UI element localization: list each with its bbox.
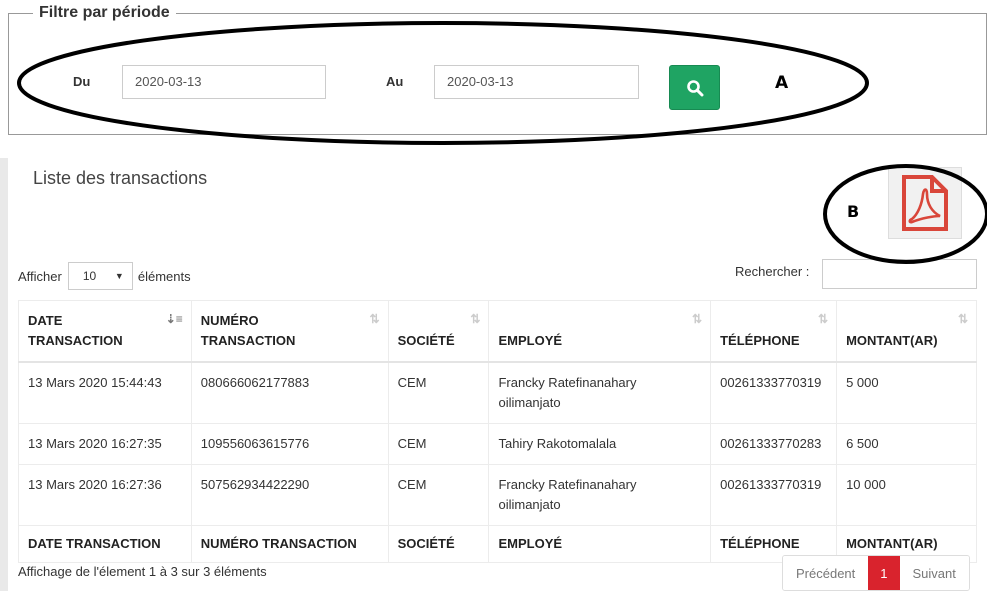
cell-date: 13 Mars 2020 16:27:36 bbox=[18, 464, 192, 526]
cell-societe: CEM bbox=[387, 361, 490, 424]
search-icon bbox=[686, 79, 703, 96]
column-header-date[interactable]: DATE TRANSACTION ⇣≡ bbox=[18, 300, 192, 363]
column-header-employe[interactable]: EMPLOYÉ ⇅ bbox=[488, 300, 712, 363]
footer-employe: EMPLOYÉ bbox=[488, 525, 712, 563]
from-date-label: Du bbox=[73, 74, 91, 89]
column-header-montant[interactable]: MONTANT(AR) ⇅ bbox=[836, 300, 977, 363]
sort-icon: ⇅ bbox=[369, 312, 380, 326]
cell-date: 13 Mars 2020 15:44:43 bbox=[18, 361, 192, 424]
page-length-value: 10 bbox=[82, 269, 97, 283]
column-header-telephone[interactable]: TÉLÉPHONE ⇅ bbox=[710, 300, 838, 363]
cell-date: 13 Mars 2020 16:27:35 bbox=[18, 423, 192, 465]
to-date-input[interactable]: 2020-03-13 bbox=[434, 65, 639, 99]
length-prefix: Afficher bbox=[18, 268, 62, 284]
cell-numero: 080666062177883 bbox=[190, 361, 389, 424]
export-pdf-button[interactable] bbox=[888, 167, 962, 239]
column-header-societe[interactable]: SOCIÉTÉ ⇅ bbox=[387, 300, 490, 363]
length-suffix: éléments bbox=[137, 268, 191, 284]
cell-employe: Francky Ratefinanahary oilimanjato bbox=[488, 464, 712, 526]
pagination: Précédent 1 Suivant bbox=[782, 555, 970, 591]
annotation-b-label: B bbox=[847, 202, 860, 221]
sort-descending-icon: ⇣≡ bbox=[165, 312, 183, 326]
header-line: EMPLOYÉ bbox=[498, 333, 563, 348]
header-line: DATE bbox=[28, 313, 63, 328]
cell-telephone: 00261333770283 bbox=[710, 423, 838, 465]
pdf-file-icon bbox=[902, 175, 948, 231]
filter-search-button[interactable] bbox=[669, 65, 720, 110]
from-date-input[interactable]: 2020-03-13 bbox=[122, 65, 326, 99]
footer-date: DATE TRANSACTION bbox=[18, 525, 192, 563]
table-search-input[interactable] bbox=[822, 259, 977, 289]
table-row: 13 Mars 2020 15:44:43 080666062177883 CE… bbox=[18, 361, 977, 424]
transactions-table: DATE TRANSACTION ⇣≡ NUMÉRO TRANSACTION ⇅… bbox=[18, 300, 977, 563]
sort-icon: ⇅ bbox=[957, 312, 968, 326]
table-info-text: Affichage de l'élement 1 à 3 sur 3 éléme… bbox=[18, 564, 267, 579]
panel-title: Liste des transactions bbox=[33, 168, 208, 188]
cell-montant: 6 500 bbox=[836, 423, 977, 465]
chevron-down-icon: ▼ bbox=[114, 271, 124, 281]
cell-societe: CEM bbox=[387, 464, 490, 526]
column-header-numero[interactable]: NUMÉRO TRANSACTION ⇅ bbox=[190, 300, 389, 363]
prev-page-button[interactable]: Précédent bbox=[783, 556, 869, 590]
cell-montant: 10 000 bbox=[836, 464, 977, 526]
cell-societe: CEM bbox=[387, 423, 490, 465]
table-row: 13 Mars 2020 16:27:35 109556063615776 CE… bbox=[18, 423, 977, 465]
header-line: MONTANT(AR) bbox=[846, 333, 938, 348]
cell-numero: 109556063615776 bbox=[190, 423, 389, 465]
annotation-a-label: A bbox=[775, 73, 789, 93]
footer-numero: NUMÉRO TRANSACTION bbox=[190, 525, 389, 563]
cell-employe: Francky Ratefinanahary oilimanjato bbox=[488, 361, 712, 424]
cell-montant: 5 000 bbox=[836, 361, 977, 424]
header-line: TRANSACTION bbox=[200, 333, 296, 348]
header-line: TÉLÉPHONE bbox=[720, 333, 800, 348]
table-row: 13 Mars 2020 16:27:36 507562934422290 CE… bbox=[18, 464, 977, 526]
cell-numero: 507562934422290 bbox=[190, 464, 389, 526]
next-page-button[interactable]: Suivant bbox=[899, 556, 969, 590]
header-line: NUMÉRO bbox=[200, 313, 259, 328]
page-1-button[interactable]: 1 bbox=[868, 556, 900, 590]
footer-societe: SOCIÉTÉ bbox=[387, 525, 490, 563]
cell-telephone: 00261333770319 bbox=[710, 464, 838, 526]
filter-section: Filtre par période Du 2020-03-13 Au 2020… bbox=[0, 0, 987, 158]
sort-icon: ⇅ bbox=[470, 312, 481, 326]
to-date-label: Au bbox=[386, 74, 404, 89]
transactions-panel: Liste des transactions B Afficher 10 ▼ é… bbox=[8, 158, 987, 591]
header-line: SOCIÉTÉ bbox=[397, 333, 455, 348]
cell-employe: Tahiry Rakotomalala bbox=[488, 423, 712, 465]
filter-legend: Filtre par période bbox=[33, 4, 176, 22]
search-label: Rechercher : bbox=[735, 264, 810, 279]
length-control: Afficher 10 ▼ éléments bbox=[18, 262, 191, 290]
sort-icon: ⇅ bbox=[818, 312, 829, 326]
page-length-select[interactable]: 10 ▼ bbox=[67, 262, 133, 290]
cell-telephone: 00261333770319 bbox=[710, 361, 838, 424]
header-line: TRANSACTION bbox=[28, 333, 123, 348]
sort-icon: ⇅ bbox=[692, 312, 703, 326]
table-header-row: DATE TRANSACTION ⇣≡ NUMÉRO TRANSACTION ⇅… bbox=[18, 300, 977, 363]
